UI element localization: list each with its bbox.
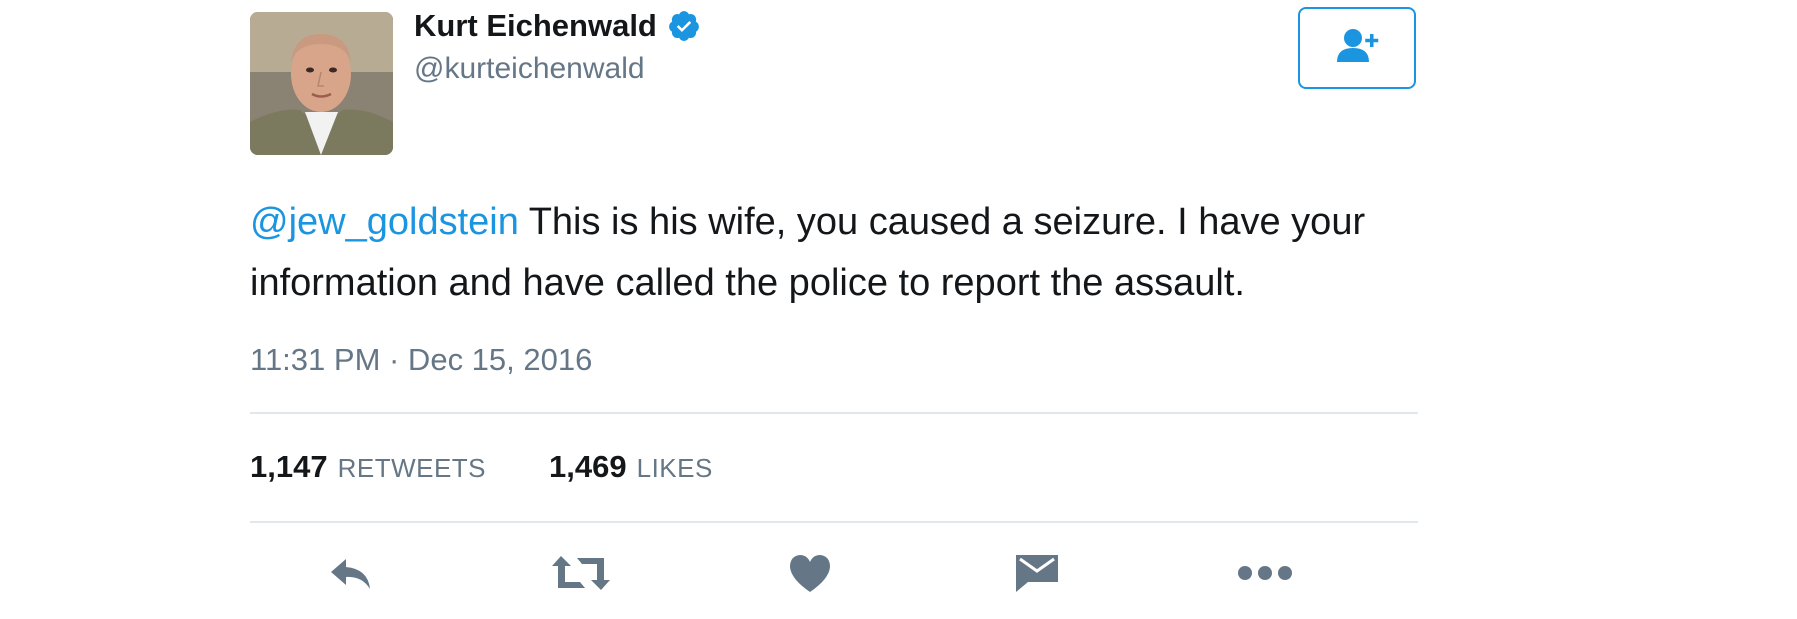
tweet-timestamp[interactable]: 11:31 PM · Dec 15, 2016 [250,342,592,378]
reply-button[interactable] [322,550,382,600]
tweet-stats: 1,147 RETWEETS 1,469 LIKES [250,449,776,485]
avatar-photo [250,12,393,155]
reply-icon [328,553,376,598]
like-button[interactable] [780,550,840,600]
retweets-stat[interactable]: 1,147 RETWEETS [250,449,486,485]
verified-badge-icon [667,9,701,43]
retweets-label: RETWEETS [337,453,487,483]
retweet-button[interactable] [551,550,611,600]
tweet-actions [250,550,1418,600]
author-display-name[interactable]: Kurt Eichenwald [414,8,701,44]
more-icon [1237,563,1293,588]
likes-stat[interactable]: 1,469 LIKES [549,449,713,485]
follow-button[interactable] [1298,7,1416,89]
tweet-card: Kurt Eichenwald @kurteichenwald @jew_gol… [250,0,1418,619]
author-handle[interactable]: @kurteichenwald [414,52,645,86]
retweets-count: 1,147 [250,449,328,484]
direct-message-icon [1014,552,1060,599]
retweet-icon [551,552,611,599]
tweet-text: @jew_goldstein This is his wife, you cau… [250,192,1418,314]
avatar[interactable] [250,12,393,155]
mention-link[interactable]: @jew_goldstein [250,201,519,243]
author-name-text: Kurt Eichenwald [414,8,657,43]
likes-count: 1,469 [549,449,627,484]
likes-label: LIKES [636,453,713,483]
like-heart-icon [788,553,832,598]
divider [250,412,1418,414]
divider [250,521,1418,523]
more-options-button[interactable] [1235,550,1295,600]
direct-message-button[interactable] [1007,550,1067,600]
follow-user-icon [1332,26,1382,71]
